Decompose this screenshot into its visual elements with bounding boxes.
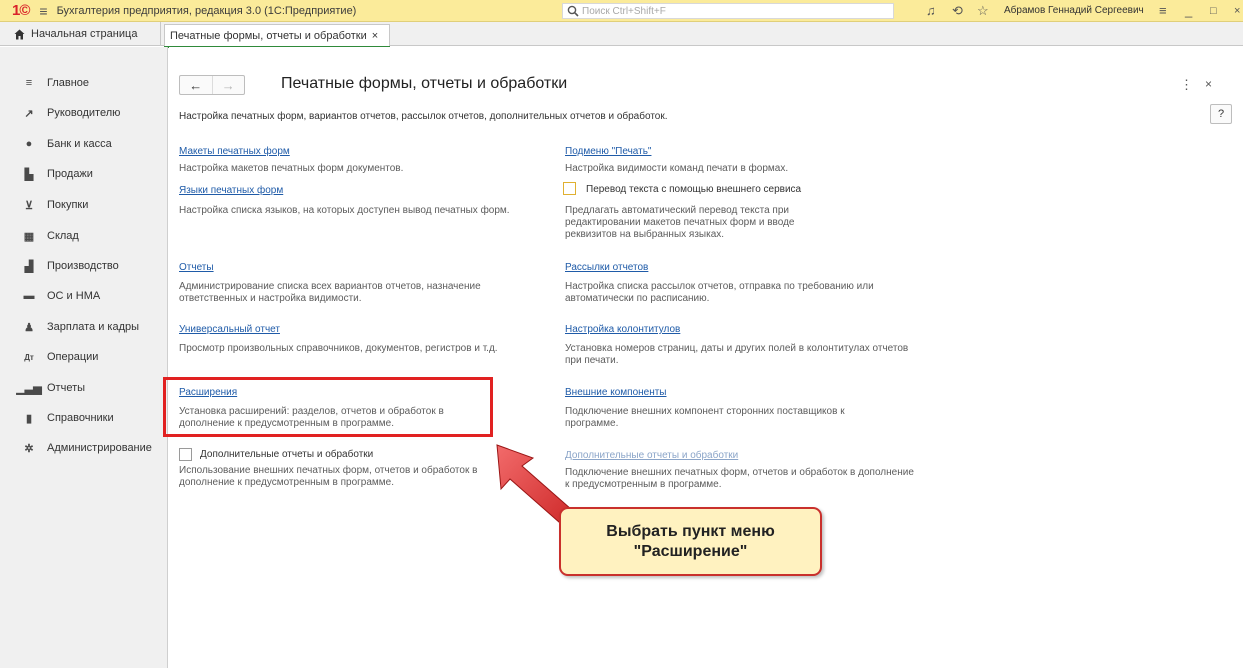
instruction-callout: Выбрать пункт меню "Расширение": [559, 507, 822, 576]
callout-line-1: Выбрать пункт меню: [606, 522, 775, 540]
callout-line-2: "Расширение": [633, 542, 748, 560]
